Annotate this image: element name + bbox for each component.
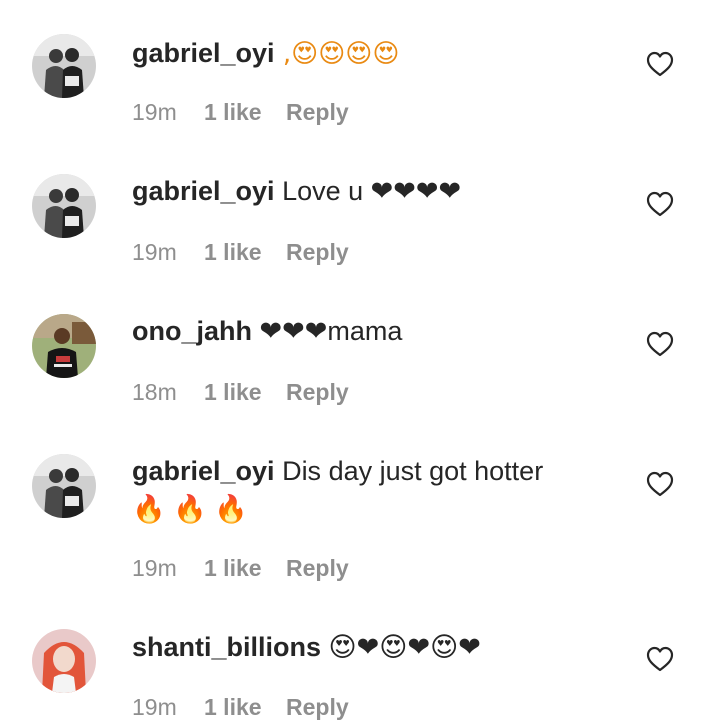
comment-body: 😍❤😍❤😍❤ (321, 632, 481, 662)
reply-button[interactable]: Reply (286, 379, 349, 405)
comment-timestamp: 19m (132, 99, 177, 125)
comment-text-line: gabriel_oyi Dis day just got hotter🔥 🔥 🔥 (132, 452, 562, 528)
comment-likes-count[interactable]: 1 like (204, 97, 286, 127)
comment-text-line: shanti_billions 😍❤😍❤😍❤ (132, 628, 592, 666)
comment-timestamp: 18m (132, 379, 177, 405)
comment-username[interactable]: gabriel_oyi (132, 38, 275, 68)
comment-timestamp: 19m (132, 239, 177, 265)
reply-button[interactable]: Reply (286, 239, 349, 265)
comment-timestamp: 19m (132, 694, 177, 720)
comment-body: ❤❤❤mama (252, 316, 403, 346)
comment-meta: 19m 1 like Reply (132, 237, 349, 267)
reply-button[interactable]: Reply (286, 694, 349, 720)
avatar[interactable] (32, 174, 96, 238)
comment-likes-count[interactable]: 1 like (204, 237, 286, 267)
comment-username[interactable]: gabriel_oyi (132, 456, 275, 486)
comment-body: Love u ❤❤❤❤ (274, 176, 462, 206)
avatar-woman-red-hair-image (32, 629, 96, 693)
comment-likes-count[interactable]: 1 like (204, 377, 286, 407)
heart-outline-icon[interactable] (646, 331, 674, 357)
comment-username[interactable]: shanti_billions (132, 632, 321, 662)
heart-outline-icon[interactable] (646, 191, 674, 217)
comment-text-line: gabriel_oyi ,😍😍😍😍 (132, 34, 592, 73)
comment-meta: 19m 1 like Reply (132, 553, 349, 583)
comment-meta: 19m 1 like Reply (132, 97, 349, 127)
reply-button[interactable]: Reply (286, 555, 349, 581)
avatar-man-outdoor-image (32, 314, 96, 378)
heart-outline-icon[interactable] (646, 51, 674, 77)
avatar-two-men-bw-image (32, 174, 96, 238)
comment-meta: 18m 1 like Reply (132, 377, 349, 407)
heart-outline-icon[interactable] (646, 471, 674, 497)
comment-username[interactable]: gabriel_oyi (132, 176, 275, 206)
comment-likes-count[interactable]: 1 like (204, 553, 286, 583)
comment-likes-count[interactable]: 1 like (204, 692, 286, 722)
avatar-two-men-bw-image (32, 34, 96, 98)
avatar[interactable] (32, 629, 96, 693)
reply-button[interactable]: Reply (286, 99, 349, 125)
comment-username[interactable]: ono_jahh (132, 316, 252, 346)
comment-text-line: ono_jahh ❤❤❤mama (132, 312, 592, 350)
comment-body: ,😍😍😍😍 (274, 39, 400, 69)
comment-text-line: gabriel_oyi Love u ❤❤❤❤ (132, 172, 592, 210)
avatar-two-men-bw-image (32, 454, 96, 518)
avatar[interactable] (32, 314, 96, 378)
avatar[interactable] (32, 454, 96, 518)
heart-outline-icon[interactable] (646, 646, 674, 672)
avatar[interactable] (32, 34, 96, 98)
comment-timestamp: 19m (132, 555, 177, 581)
comment-meta: 19m 1 like Reply (132, 692, 349, 722)
